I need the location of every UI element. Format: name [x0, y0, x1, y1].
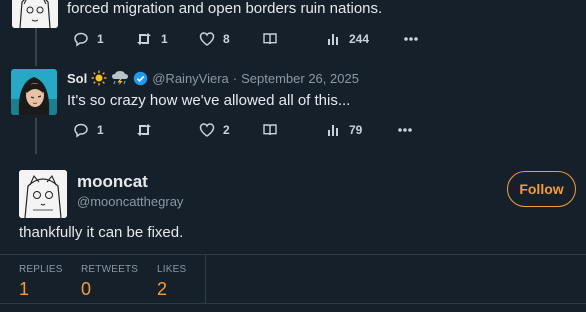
heart-icon — [199, 123, 215, 137]
author-name[interactable]: mooncat — [77, 172, 148, 192]
reply-button[interactable]: 1 — [73, 120, 104, 140]
more-button[interactable] — [403, 29, 419, 49]
stat-label: LIKES — [157, 264, 187, 275]
stats-separator — [205, 255, 206, 303]
author-handle[interactable]: @mooncatthegray — [77, 194, 183, 209]
heart-icon — [199, 32, 215, 46]
tweet-date[interactable]: September 26, 2025 — [241, 71, 359, 86]
stat-replies[interactable]: REPLIES 1 — [19, 264, 63, 300]
stat-likes[interactable]: LIKES 2 — [157, 264, 186, 300]
views-count: 244 — [349, 32, 370, 46]
tweet-header: Sol @RainyViera · September 26, 2025 — [67, 69, 359, 87]
stat-label: RETWEETS — [81, 264, 139, 275]
avatar[interactable] — [19, 170, 67, 218]
tweet-text: forced migration and open borders ruin n… — [67, 0, 383, 17]
like-button[interactable]: 8 — [199, 29, 230, 49]
sun-emoji-icon — [91, 70, 107, 86]
book-icon — [263, 124, 277, 136]
retweet-count: 1 — [161, 32, 168, 46]
bookmark-button[interactable] — [262, 120, 278, 140]
retweet-icon — [137, 33, 151, 45]
divider — [0, 303, 586, 304]
views-icon — [328, 34, 338, 45]
display-name[interactable]: Sol — [67, 71, 87, 86]
reply-count: 1 — [97, 123, 104, 137]
retweet-icon — [137, 124, 151, 136]
dot-separator: · — [232, 70, 238, 86]
retweet-button[interactable] — [135, 120, 161, 140]
thread-line — [35, 118, 37, 154]
user-handle[interactable]: @RainyViera — [152, 71, 229, 86]
retweet-button[interactable]: 1 — [135, 29, 168, 49]
verified-badge-icon — [133, 71, 148, 85]
views-count: 79 — [349, 123, 363, 137]
book-icon — [263, 33, 277, 45]
reply-count: 1 — [97, 32, 104, 46]
like-count: 2 — [223, 123, 230, 137]
avatar[interactable] — [12, 0, 58, 28]
bookmark-button[interactable] — [262, 29, 278, 49]
views-button[interactable]: 79 — [327, 120, 362, 140]
thread-line — [35, 28, 37, 66]
views-button[interactable]: 244 — [327, 29, 369, 49]
like-button[interactable]: 2 — [199, 120, 230, 140]
reply-button[interactable]: 1 — [73, 29, 104, 49]
views-icon — [328, 125, 338, 136]
more-button[interactable] — [397, 120, 413, 140]
thunderstorm-emoji-icon — [112, 71, 129, 86]
like-count: 8 — [223, 32, 230, 46]
main-tweet-text: thankfully it can be fixed. — [19, 224, 184, 241]
stat-value: 0 — [81, 279, 92, 299]
more-icon — [404, 37, 418, 41]
divider — [0, 254, 586, 255]
stat-retweets[interactable]: RETWEETS 0 — [81, 264, 138, 300]
reply-icon — [74, 32, 88, 47]
stat-value: 1 — [19, 279, 30, 299]
reply-icon — [74, 123, 88, 138]
follow-button[interactable]: Follow — [507, 171, 576, 207]
more-icon — [398, 128, 412, 132]
stat-label: REPLIES — [19, 264, 63, 275]
avatar[interactable] — [11, 69, 57, 115]
tweet-text: It's so crazy how we've allowed all of t… — [67, 92, 351, 109]
stat-value: 2 — [157, 279, 168, 299]
